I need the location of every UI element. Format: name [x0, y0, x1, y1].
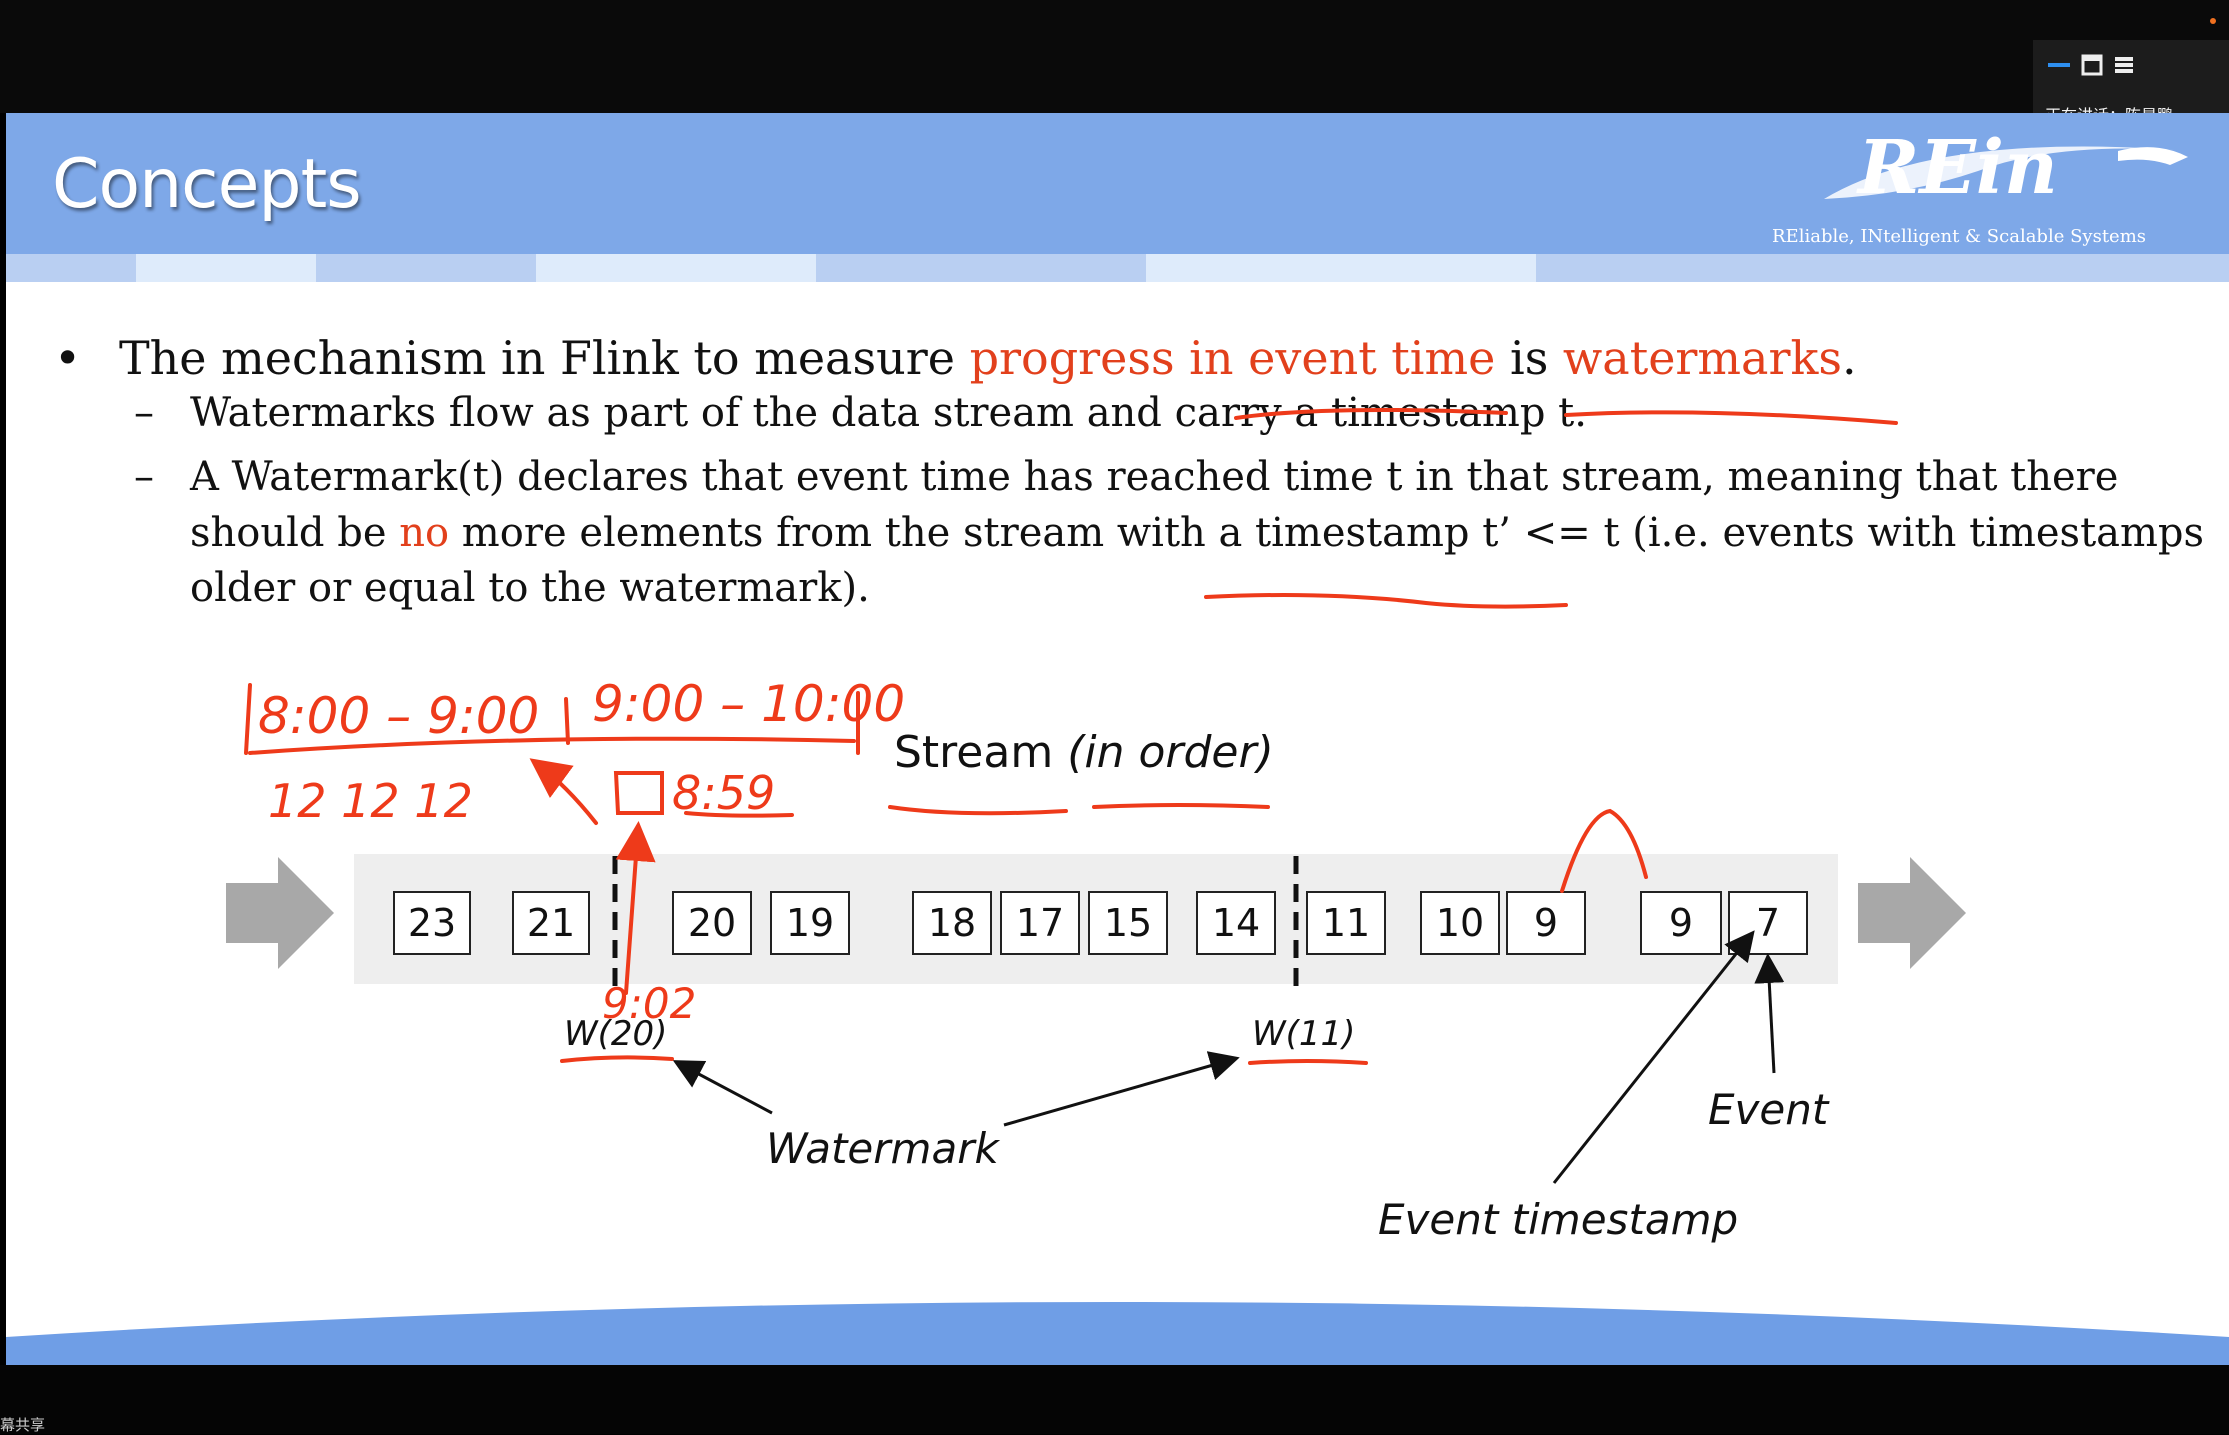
annotation-counts: 12 12 12	[268, 774, 473, 828]
page-number: 28	[1101, 1207, 1143, 1242]
window-icon[interactable]	[2081, 54, 2103, 80]
event-timestamp-arrow	[1552, 930, 1755, 1184]
watermark-arrow-right	[1003, 1051, 1240, 1127]
event-arrow	[1754, 953, 1785, 1074]
annotation-range-2: 9:00 – 10:00	[592, 675, 905, 733]
annotation-time-arrival: 9:02	[602, 979, 696, 1028]
annotation-range-1: 8:00 – 9:00	[258, 687, 539, 745]
recording-indicator	[2210, 18, 2216, 24]
minimize-icon[interactable]	[2048, 63, 2070, 67]
watermark-arrow-left	[672, 1060, 773, 1115]
screen-share-label: 幕共享	[0, 1416, 46, 1434]
stream-output-arrow	[1858, 857, 1966, 969]
top-bar	[0, 0, 2229, 113]
menu-icon[interactable]	[2113, 54, 2135, 80]
diagram-graphics: 8:00 – 9:00 9:00 – 10:00 12 12 12 8:59 9…	[226, 407, 1966, 1184]
annotation-time-late: 8:59	[672, 766, 775, 820]
slide-footer	[6, 1302, 2229, 1365]
bottom-bar	[0, 1365, 2229, 1434]
slide: Concepts REin REliable, INtelligent & Sc…	[6, 113, 2229, 1365]
stream-input-arrow	[226, 857, 334, 969]
handwritten-text: 8:00 – 9:00 9:00 – 10:00 12 12 12 8:59 9…	[258, 675, 905, 1028]
